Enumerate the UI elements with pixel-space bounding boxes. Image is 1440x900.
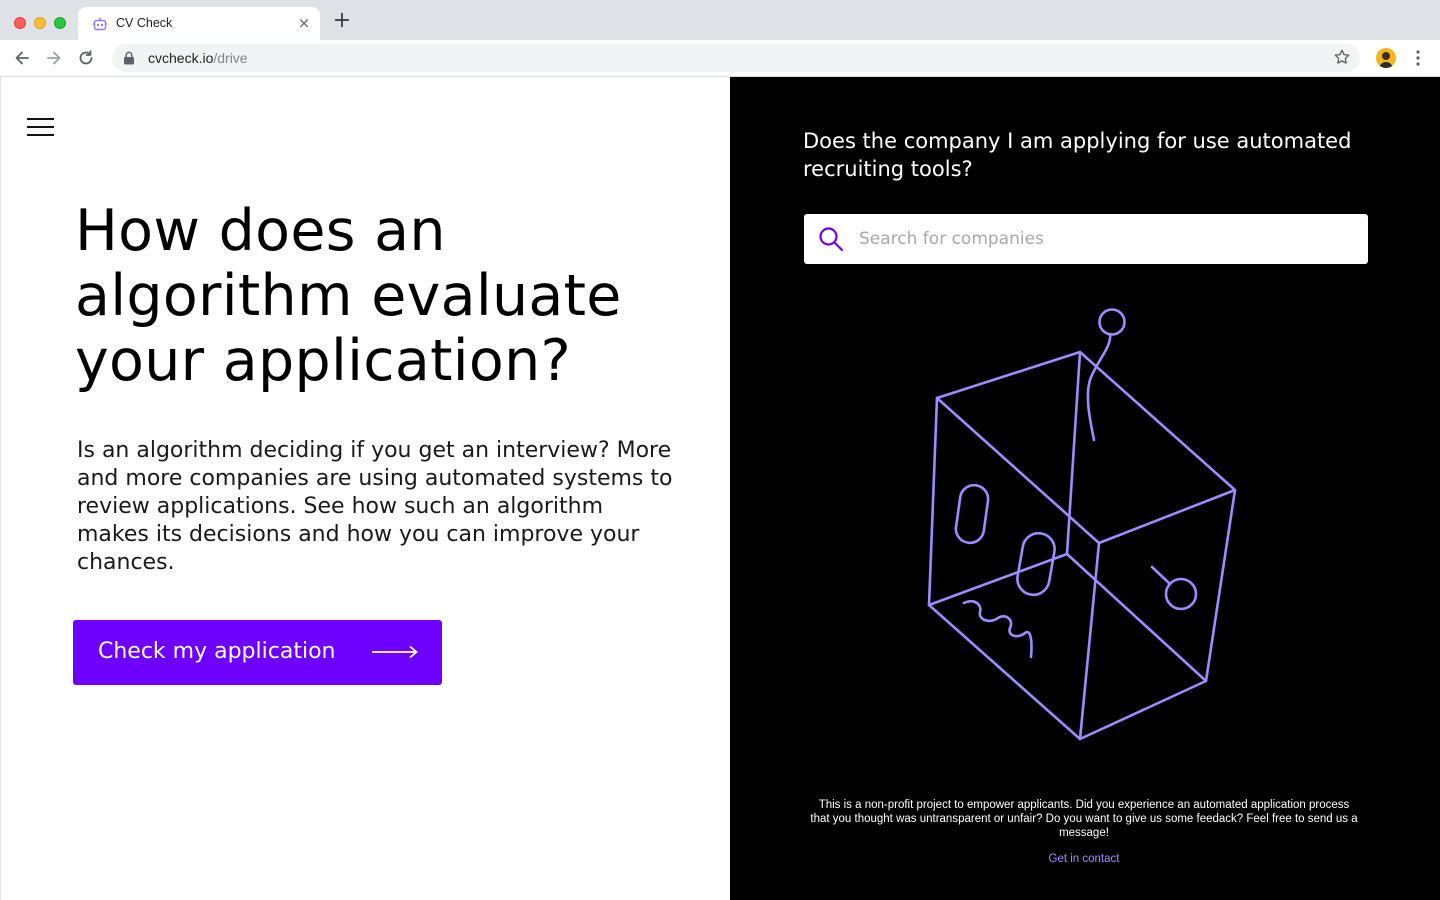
- long-arrow-right-icon: [372, 645, 418, 659]
- robot-favicon-icon: [92, 17, 108, 31]
- url-text: cvcheck.io/drive: [148, 50, 248, 66]
- avatar-person-icon: [1379, 52, 1393, 68]
- browser-tab-active[interactable]: CV Check ×: [78, 7, 320, 40]
- address-bar[interactable]: cvcheck.io/drive: [112, 44, 1360, 72]
- forward-arrow-icon[interactable]: [44, 48, 64, 68]
- project-disclaimer: This is a non-profit project to empower …: [810, 799, 1358, 839]
- url-path: /drive: [213, 50, 248, 66]
- browser-chrome: CV Check × + cvcheck.io/drive: [0, 0, 1440, 77]
- page-title: How does an algorithm evaluate your appl…: [75, 198, 622, 394]
- get-in-contact-link[interactable]: Get in contact: [984, 853, 1184, 865]
- browser-toolbar: cvcheck.io/drive: [0, 40, 1440, 77]
- maximize-window-button[interactable]: [54, 17, 66, 29]
- check-application-button[interactable]: Check my application: [73, 620, 442, 685]
- hamburger-icon[interactable]: [27, 118, 54, 136]
- url-domain: cvcheck.io: [148, 50, 214, 66]
- cta-label: Check my application: [98, 639, 336, 664]
- page-content: How does an algorithm evaluate your appl…: [0, 77, 1440, 900]
- tab-title: CV Check: [116, 16, 173, 30]
- more-options-icon[interactable]: [1410, 49, 1426, 67]
- company-search-box[interactable]: [804, 214, 1368, 264]
- company-search-input[interactable]: [859, 214, 1354, 264]
- new-tab-button[interactable]: +: [332, 10, 352, 32]
- back-arrow-icon[interactable]: [12, 48, 32, 68]
- wireframe-box-illustration: [927, 308, 1237, 741]
- company-search-panel: Does the company I am applying for use a…: [730, 77, 1440, 900]
- reload-icon[interactable]: [76, 48, 96, 68]
- tab-strip: CV Check × +: [0, 0, 1440, 40]
- tab-close-icon[interactable]: ×: [296, 15, 312, 31]
- close-window-button[interactable]: [14, 17, 26, 29]
- lock-icon: [124, 51, 134, 65]
- profile-avatar[interactable]: [1376, 48, 1396, 68]
- intro-text: Is an algorithm deciding if you get an i…: [77, 438, 673, 575]
- search-icon: [819, 227, 844, 252]
- bookmark-star-icon[interactable]: [1333, 48, 1351, 66]
- minimize-window-button[interactable]: [34, 17, 46, 29]
- hero-section: How does an algorithm evaluate your appl…: [0, 77, 730, 900]
- search-question: Does the company I am applying for use a…: [803, 129, 1352, 181]
